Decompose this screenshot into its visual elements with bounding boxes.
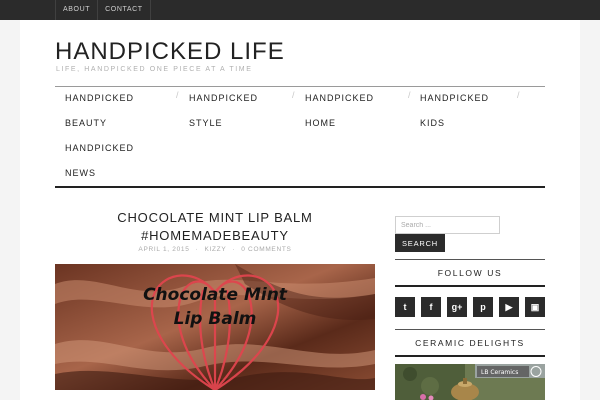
site-title[interactable]: HANDPICKED LIFE — [55, 38, 285, 66]
nav-item-style-line1: HANDPICKED — [189, 93, 259, 103]
post-featured-image[interactable]: Chocolate Mint Lip Balm — [55, 264, 375, 390]
nav-item-style[interactable]: HANDPICKED STYLE — [189, 86, 258, 136]
social-links: t f g+ p ▶ ▣ — [395, 297, 545, 317]
nav-item-style-line2: STYLE — [189, 118, 223, 128]
image-caption-line1: Chocolate Mint — [143, 285, 288, 305]
nav-item-beauty-line2: BEAUTY — [65, 118, 108, 128]
nav-separator: / — [292, 90, 295, 100]
post-title[interactable]: CHOCOLATE MINT LIP BALM #HOMEMADEBEAUTY — [55, 209, 375, 245]
search-button[interactable]: SEARCH — [395, 234, 445, 252]
top-link-about[interactable]: ABOUT — [55, 0, 99, 20]
nav-bottom-divider — [55, 186, 545, 188]
meta-separator: · — [195, 246, 199, 253]
image-caption-line2: Lip Balm — [174, 309, 257, 329]
nav-item-home-line2: HOME — [305, 118, 336, 128]
post-comments-link[interactable]: 0 COMMENTS — [241, 246, 291, 253]
ceramic-bottom-divider — [395, 355, 545, 357]
ceramic-delights-image[interactable]: LB Ceramics — [395, 364, 545, 400]
post-author[interactable]: KIZZY — [204, 246, 226, 253]
site-tagline: LIFE, HANDPICKED ONE PIECE AT A TIME — [56, 66, 253, 73]
nav-item-kids-line2: KIDS — [420, 118, 446, 128]
pinterest-icon[interactable]: p — [473, 297, 493, 317]
post-title-line1: CHOCOLATE MINT LIP BALM — [117, 210, 313, 225]
ceramic-delights-title: CERAMIC DELIGHTS — [415, 338, 525, 348]
twitter-icon[interactable]: t — [395, 297, 415, 317]
meta-separator: · — [232, 246, 236, 253]
nav-item-beauty[interactable]: HANDPICKED BEAUTY — [65, 86, 134, 136]
ceramic-image-label: LB Ceramics — [481, 369, 518, 376]
nav-item-kids-line1: HANDPICKED — [420, 93, 490, 103]
nav-item-news-line1: HANDPICKED — [65, 143, 135, 153]
follow-bottom-divider — [395, 285, 545, 287]
post-title-line2: #HOMEMADEBEAUTY — [141, 228, 289, 243]
top-links: ABOUT CONTACT — [55, 0, 151, 20]
ceramic-image-art: LB Ceramics — [395, 364, 545, 400]
nav-item-home[interactable]: HANDPICKED HOME — [305, 86, 374, 136]
post-meta: APRIL 1, 2015 · KIZZY · 0 COMMENTS — [55, 246, 375, 253]
nav-item-news-line2: NEWS — [65, 168, 96, 178]
chocolate-image-art: Chocolate Mint Lip Balm — [55, 264, 375, 390]
search-input[interactable] — [395, 216, 500, 234]
nav-separator: / — [517, 90, 520, 100]
instagram-icon[interactable]: ▣ — [525, 297, 545, 317]
youtube-icon[interactable]: ▶ — [499, 297, 519, 317]
nav-item-beauty-line1: HANDPICKED — [65, 93, 135, 103]
follow-top-divider — [395, 259, 545, 260]
ceramic-top-divider — [395, 329, 545, 330]
nav-item-news[interactable]: HANDPICKED NEWS — [65, 136, 134, 186]
follow-us-title: FOLLOW US — [437, 268, 503, 278]
facebook-icon[interactable]: f — [421, 297, 441, 317]
nav-separator: / — [176, 90, 179, 100]
top-bar: ABOUT CONTACT — [0, 0, 600, 20]
nav-item-kids[interactable]: HANDPICKED KIDS — [420, 86, 489, 136]
nav-separator: / — [408, 90, 411, 100]
nav-item-home-line1: HANDPICKED — [305, 93, 375, 103]
post-date: APRIL 1, 2015 — [138, 246, 190, 253]
top-link-contact[interactable]: CONTACT — [98, 0, 151, 20]
google-plus-icon[interactable]: g+ — [447, 297, 467, 317]
